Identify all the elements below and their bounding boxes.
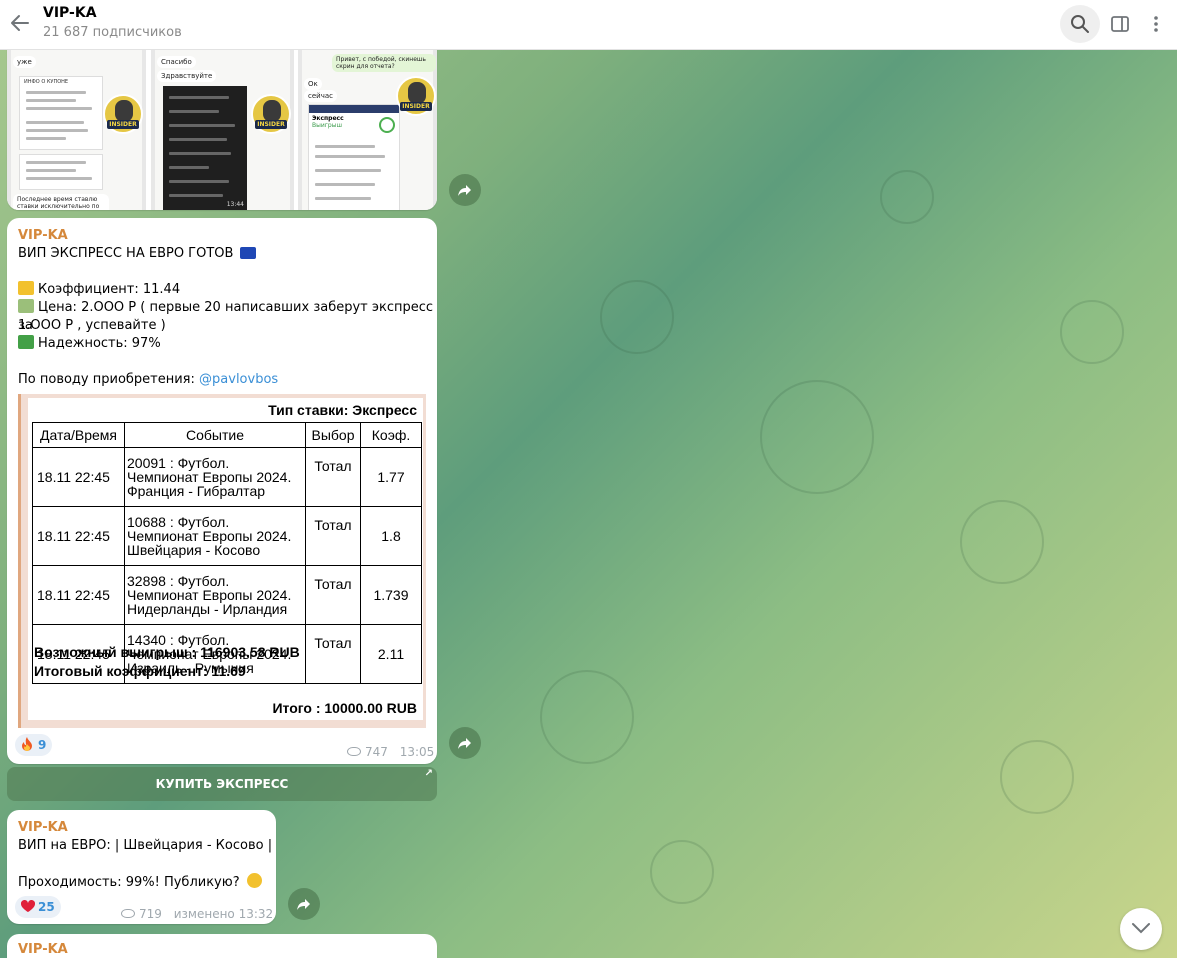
bet-slip-image[interactable]: Тип ставки: Экспресс Дата/Время Событие … xyxy=(18,394,426,728)
background-doodle xyxy=(1060,300,1124,364)
message-text-line: Проходимость: 99%! Публикую? xyxy=(18,873,266,892)
chat-text: уже xyxy=(13,56,36,68)
message-text-line: По поводу приобретения: @pavlovbos xyxy=(18,372,279,387)
message-text-line: ВИП на ЕВРО: | Швейцария - Косово | xyxy=(18,838,273,853)
message-sender[interactable]: VIP-KA xyxy=(18,942,68,957)
table-row: 18.11 22:45 10688 : Футбол. Чемпионат Евр… xyxy=(32,506,422,566)
heart-icon xyxy=(20,898,36,912)
table-header: Коэф. xyxy=(360,422,422,448)
message-edited-time: изменено 13:32 xyxy=(173,907,274,921)
album-photo[interactable]: Спасибо Здравствуйте 13:44 INSIDER xyxy=(151,50,294,210)
chevron-down-icon xyxy=(1132,923,1150,934)
subscriber-count: 21 687 подписчиков xyxy=(43,25,182,40)
reaction-fire[interactable]: 9 xyxy=(15,734,53,756)
channel-message[interactable]: VIP-KA ВИП ЭКСПРЕСС НА ЕВРО ГОТОВ Коэффи… xyxy=(7,218,437,764)
photo-album[interactable]: уже ИНФО О КУПОНЕ Последнее время ставлю… xyxy=(7,50,437,210)
reaction-heart[interactable]: 25 xyxy=(15,896,61,918)
table-row: 18.11 22:45 20091 : Футбол. Чемпионат Евр… xyxy=(32,447,422,507)
buy-express-button[interactable]: КУПИТЬ ЭКСПРЕСС ↗ xyxy=(7,767,437,801)
avatar: INSIDER xyxy=(103,94,143,134)
forward-icon xyxy=(458,185,471,196)
table-row: 18.11 22:45 32898 : Футбол. Чемпионат Евр… xyxy=(32,565,422,625)
background-doodle xyxy=(650,840,714,904)
forward-button[interactable] xyxy=(449,174,481,206)
crown-icon xyxy=(18,281,34,295)
views-eye-icon xyxy=(121,909,135,918)
chat-text: Последнее время ставлю ставки исключител… xyxy=(13,194,109,210)
chat-text: сейчас xyxy=(304,90,337,102)
sidebar-toggle-button[interactable] xyxy=(1100,5,1140,43)
background-doodle xyxy=(540,670,634,764)
message-text-line: Надежность: 97% xyxy=(18,335,161,353)
more-vertical-icon xyxy=(1154,16,1158,32)
views-eye-icon xyxy=(347,747,361,756)
possible-win: Возможный выигрыш : 116903.58 RUB xyxy=(34,644,300,660)
bet-slip: Тип ставки: Экспресс Дата/Время Событие … xyxy=(28,398,423,720)
background-doodle xyxy=(1000,740,1074,814)
forward-button[interactable] xyxy=(449,727,481,759)
check-mark-icon xyxy=(18,335,34,349)
external-link-icon: ↗ xyxy=(424,768,433,779)
forward-icon xyxy=(458,738,471,749)
channel-message[interactable]: VIP-KA xyxy=(7,934,437,958)
chat-text: Ок xyxy=(304,78,322,90)
background-doodle xyxy=(760,380,874,494)
eu-flag-icon xyxy=(239,247,256,259)
table-header: Событие xyxy=(124,422,306,448)
money-icon xyxy=(18,299,34,313)
album-photo[interactable]: уже ИНФО О КУПОНЕ Последнее время ставлю… xyxy=(7,50,146,210)
message-meta: 747 13:05 xyxy=(347,745,434,759)
forward-button[interactable] xyxy=(288,888,320,920)
channel-title[interactable]: VIP-KA xyxy=(43,5,97,21)
table-header: Дата/Время xyxy=(32,422,125,448)
table-header: Выбор xyxy=(305,422,361,448)
thinking-face-icon xyxy=(246,873,262,888)
forward-icon xyxy=(297,899,310,910)
channel-message[interactable]: VIP-KA ВИП на ЕВРО: | Швейцария - Косово… xyxy=(7,810,276,924)
back-arrow-icon[interactable] xyxy=(8,11,32,35)
chat-text: Здравствуйте xyxy=(157,70,217,82)
avatar: INSIDER xyxy=(251,94,291,134)
message-feed[interactable]: уже ИНФО О КУПОНЕ Последнее время ставлю… xyxy=(0,50,1177,958)
search-button[interactable] xyxy=(1060,5,1100,43)
views-count: 719 xyxy=(139,907,162,921)
background-doodle xyxy=(960,500,1044,584)
message-text-line: ВИП ЭКСПРЕСС НА ЕВРО ГОТОВ xyxy=(18,245,260,263)
chat-text: Привет, с победой, скинешь скрин для отч… xyxy=(332,54,436,72)
avatar: INSIDER xyxy=(396,76,436,116)
dark-coupon-screenshot: 13:44 xyxy=(163,86,247,210)
message-text-line: Коэффициент: 11.44 xyxy=(18,281,180,299)
fire-icon xyxy=(21,736,33,751)
background-doodle xyxy=(600,280,674,354)
bet-type: Тип ставки: Экспресс xyxy=(268,402,417,418)
more-menu-button[interactable] xyxy=(1136,5,1176,43)
coupon-panel xyxy=(19,154,103,190)
express-screenshot: Экспресс Выигрыш xyxy=(308,104,400,210)
background-doodle xyxy=(880,170,934,224)
scroll-to-bottom-button[interactable] xyxy=(1120,908,1162,950)
message-sender[interactable]: VIP-KA xyxy=(18,228,68,243)
chat-text: Спасибо xyxy=(157,56,196,68)
message-text-line: 1.ООО Р , успевайте ) xyxy=(18,318,166,333)
coupon-panel: ИНФО О КУПОНЕ xyxy=(19,76,103,150)
sidebar-icon xyxy=(1111,16,1129,32)
coupon-panel-title: ИНФО О КУПОНЕ xyxy=(24,79,69,85)
total-coefficient: Итоговый коэффициент: 11.69 xyxy=(34,663,246,679)
total-amount: Итого : 10000.00 RUB xyxy=(272,700,417,716)
chat-header: VIP-KA 21 687 подписчиков xyxy=(0,0,1177,50)
username-link[interactable]: @pavlovbos xyxy=(199,372,278,387)
views-count: 747 xyxy=(365,745,388,759)
search-icon xyxy=(1071,15,1089,33)
message-meta: 719 изменено 13:32 xyxy=(121,907,273,921)
message-sender[interactable]: VIP-KA xyxy=(18,820,68,835)
album-photo[interactable]: Привет, с победой, скинешь скрин для отч… xyxy=(298,50,437,210)
